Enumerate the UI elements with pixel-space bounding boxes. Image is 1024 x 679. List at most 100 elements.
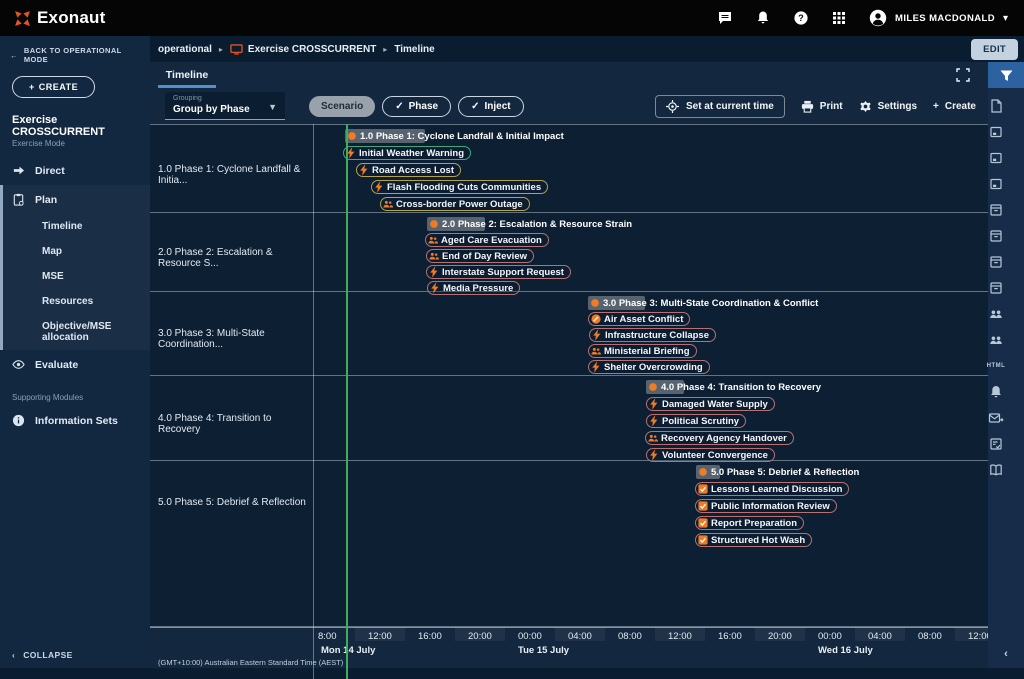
sidebar-item-information-sets[interactable]: Information Sets	[0, 406, 150, 435]
people-icon[interactable]	[988, 332, 1004, 348]
people-icon[interactable]	[988, 306, 1004, 322]
phase-row-4: 4.0 Phase 4: Transition to Recovery4.0 P…	[150, 376, 988, 461]
create-button[interactable]: + CREATE	[12, 76, 95, 98]
create-button-toolbar[interactable]: + Create	[933, 101, 976, 112]
chip-scenario[interactable]: Scenario	[309, 96, 375, 117]
inject-pill[interactable]: Infrastructure Collapse	[589, 328, 716, 342]
sidebar-collapse-button[interactable]: ‹ COLLAPSE	[0, 642, 150, 668]
sidebar-item-evaluate[interactable]: Evaluate	[0, 350, 150, 379]
bell-icon[interactable]	[755, 10, 771, 26]
phase-bar[interactable]: 1.0 Phase 1: Cyclone Landfall & Initial …	[345, 129, 564, 143]
check-square-icon	[698, 518, 708, 528]
card-icon[interactable]	[988, 150, 1004, 166]
inject-label: Damaged Water Supply	[662, 399, 768, 410]
bolt-icon	[592, 330, 602, 340]
rail-collapse-button[interactable]: ‹	[988, 648, 1024, 660]
inject-pill[interactable]: Flash Flooding Cuts Communities	[371, 180, 548, 194]
chip-phase[interactable]: ✓Phase	[382, 96, 451, 117]
inject-pill[interactable]: Shelter Overcrowding	[588, 360, 710, 374]
inject-pill[interactable]: Lessons Learned Discussion	[695, 482, 849, 496]
archive-icon[interactable]	[988, 280, 1004, 296]
chip-inject[interactable]: ✓Inject	[458, 96, 524, 117]
inject-pill[interactable]: Air Asset Conflict	[588, 312, 690, 326]
phase-row-5: 5.0 Phase 5: Debrief & Reflection 5.0 Pha…	[150, 461, 988, 627]
apps-icon[interactable]	[831, 10, 847, 26]
inject-pill[interactable]: Political Scrutiny	[646, 414, 746, 428]
tab-timeline[interactable]: Timeline	[158, 62, 216, 88]
bolt-icon	[359, 165, 369, 175]
label-column-divider	[313, 124, 314, 679]
help-icon[interactable]: ?	[793, 10, 809, 26]
sidebar-item-resources[interactable]: Resources	[0, 289, 150, 314]
chat-icon[interactable]	[717, 10, 733, 26]
sidebar-item-map[interactable]: Map	[0, 239, 150, 264]
bolt-icon	[649, 450, 659, 460]
bolt-icon	[649, 416, 659, 426]
sidebar-item-mse[interactable]: MSE	[0, 264, 150, 289]
bell-icon[interactable]	[988, 384, 1004, 400]
filter-chips: Scenario ✓Phase ✓Inject	[309, 96, 524, 117]
note-check-icon[interactable]	[988, 436, 1004, 452]
breadcrumb-exercise[interactable]: Exercise CROSSCURRENT	[248, 44, 376, 55]
inject-pill[interactable]: Initial Weather Warning	[343, 146, 471, 160]
inject-pill[interactable]: Cross-border Power Outage	[380, 197, 530, 211]
fullscreen-icon[interactable]	[956, 68, 970, 82]
check-square-icon	[698, 501, 708, 511]
file-icon[interactable]	[988, 98, 1004, 114]
phase-bar[interactable]: 4.0 Phase 4: Transition to Recovery	[646, 380, 821, 394]
inject-pill[interactable]: Ministerial Briefing	[588, 344, 697, 358]
back-to-operational-mode[interactable]: ← BACK TO OPERATIONAL MODE	[0, 36, 150, 70]
inject-pill[interactable]: Volunteer Convergence	[646, 448, 775, 462]
phase-row-label: 5.0 Phase 5: Debrief & Reflection	[158, 497, 308, 508]
phase-bar[interactable]: 5.0 Phase 5: Debrief & Reflection	[696, 465, 859, 479]
user-menu[interactable]: MILES MACDONALD ▾	[869, 9, 1008, 27]
svg-text:?: ?	[798, 13, 804, 23]
filter-icon[interactable]	[988, 62, 1024, 88]
breadcrumb-timeline[interactable]: Timeline	[394, 44, 434, 55]
inject-pill[interactable]: Report Preparation	[695, 516, 804, 530]
inject-pill[interactable]: Structured Hot Wash	[695, 533, 812, 547]
phase-bar[interactable]: 2.0 Phase 2: Escalation & Resource Strai…	[427, 217, 632, 231]
card-icon[interactable]	[988, 176, 1004, 192]
book-icon[interactable]	[988, 462, 1004, 478]
edit-button[interactable]: EDIT	[971, 39, 1018, 60]
mail-forward-icon[interactable]	[988, 410, 1004, 426]
inject-pill[interactable]: Damaged Water Supply	[646, 397, 775, 411]
phase-dot-icon	[429, 219, 439, 229]
gear-icon	[859, 100, 872, 113]
bolt-icon	[429, 267, 439, 277]
people-icon	[591, 346, 601, 356]
grouping-select[interactable]: Grouping Group by Phase ▼	[165, 92, 285, 120]
people-icon	[383, 199, 393, 209]
print-button[interactable]: Print	[801, 100, 843, 113]
phase-bar[interactable]: 3.0 Phase 3: Multi-State Coordination & …	[588, 296, 818, 310]
sidebar-item-direct[interactable]: Direct	[0, 156, 150, 185]
breadcrumb-operational[interactable]: operational	[158, 44, 212, 55]
sidebar-item-objective-mse-allocation[interactable]: Objective/MSE allocation	[0, 314, 150, 350]
inject-pill[interactable]: End of Day Review	[426, 249, 534, 263]
sidebar-item-timeline[interactable]: Timeline	[0, 214, 150, 239]
inject-pill[interactable]: Recovery Agency Handover	[645, 431, 794, 445]
arrow-right-icon	[12, 164, 25, 177]
archive-icon[interactable]	[988, 202, 1004, 218]
html-icon[interactable]: HTML	[988, 358, 1004, 374]
archive-icon[interactable]	[988, 254, 1004, 270]
inject-pill[interactable]: Public Information Review	[695, 499, 837, 513]
inject-pill[interactable]: Media Pressure	[427, 281, 520, 295]
check-square-icon	[698, 535, 708, 545]
inject-pill[interactable]: Aged Care Evacuation	[425, 233, 549, 247]
eye-icon	[12, 358, 25, 371]
inject-pill[interactable]: Interstate Support Request	[426, 265, 571, 279]
settings-button[interactable]: Settings	[859, 100, 917, 113]
breadcrumb-separator-icon: ▸	[383, 45, 387, 54]
exonaut-logo-icon	[14, 10, 31, 27]
axis-tick-label: 08:00	[918, 631, 942, 642]
inject-pill[interactable]: Road Access Lost	[356, 163, 461, 177]
archive-icon[interactable]	[988, 228, 1004, 244]
axis-day-label: Wed 16 July	[818, 645, 873, 656]
set-at-current-time-button[interactable]: Set at current time	[655, 95, 785, 118]
sidebar-item-plan[interactable]: Plan	[0, 185, 150, 214]
phase-bar-label: 1.0 Phase 1: Cyclone Landfall & Initial …	[360, 131, 564, 142]
card-icon[interactable]	[988, 124, 1004, 140]
exercise-mode-label: Exercise Mode	[0, 139, 150, 156]
